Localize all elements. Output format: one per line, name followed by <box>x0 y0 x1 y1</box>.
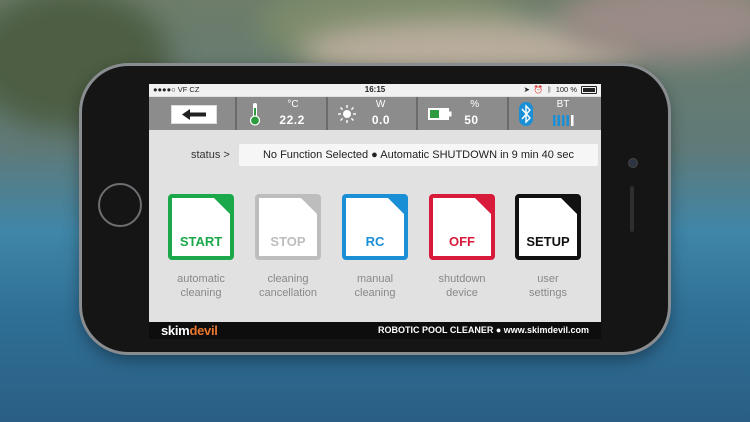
setup-caption: user settings <box>503 272 593 300</box>
caption-line: device <box>446 287 478 299</box>
back-button[interactable] <box>171 105 217 124</box>
corner-mark <box>387 197 405 215</box>
battery-percent: 100 % <box>555 85 577 94</box>
caption-line: user <box>537 273 559 285</box>
temperature-cell: °C 22.2 <box>239 97 328 130</box>
caption-line: cleaning <box>267 273 309 285</box>
off-button[interactable]: OFF <box>429 194 495 260</box>
back-cell <box>149 97 238 130</box>
rc-caption: manual cleaning <box>330 272 420 300</box>
temperature-value: 22.2 <box>279 113 305 127</box>
location-icon: ➤ <box>523 85 530 94</box>
stop-button[interactable]: STOP <box>255 194 321 260</box>
caption-line: cleaning <box>180 287 222 299</box>
battery-value: 50 <box>464 113 479 127</box>
status-message: No Function Selected ● Automatic SHUTDOW… <box>239 144 598 166</box>
bluetooth-cell: BT <box>510 97 601 130</box>
camera-icon <box>628 158 638 168</box>
start-button[interactable]: START <box>168 194 234 260</box>
alarm-icon: ⏰ <box>533 85 544 94</box>
brand-devil: devil <box>189 323 218 338</box>
caption-line: manual <box>356 273 394 285</box>
stop-caption: cleaning cancellation <box>243 272 333 300</box>
battery-unit: % <box>470 99 480 110</box>
brand-skim: skim <box>161 323 190 338</box>
footer-tagline[interactable]: ROBOTIC POOL CLEANER ● www.skimdevil.com <box>378 325 589 335</box>
power-unit: W <box>375 99 386 110</box>
caption-line: cancellation <box>258 287 318 299</box>
speaker-grille <box>630 186 634 232</box>
caption-line: shutdown <box>438 273 486 285</box>
setup-label: SETUP <box>526 234 570 249</box>
signal-bars-icon <box>552 115 574 126</box>
off-caption: shutdown device <box>417 272 507 300</box>
status-row: status > No Function Selected ● Automati… <box>149 144 601 166</box>
rc-button[interactable]: RC <box>342 194 408 260</box>
arrow-left-icon <box>182 109 206 120</box>
bluetooth-icon <box>518 102 533 126</box>
bluetooth-label: BT <box>556 99 570 110</box>
footer-bar: skimdevil ROBOTIC POOL CLEANER ● www.ski… <box>149 322 601 339</box>
brand-logo: skimdevil <box>161 323 218 338</box>
temperature-unit: °C <box>287 99 299 110</box>
status-right: ➤ ⏰ ᛒ 100 % <box>524 85 597 94</box>
start-label: START <box>179 234 223 249</box>
sun-icon <box>337 105 356 123</box>
corner-mark <box>300 197 318 215</box>
corner-mark <box>213 197 231 215</box>
off-label: OFF <box>449 234 475 249</box>
stop-label: STOP <box>270 234 306 249</box>
battery-cell: % 50 <box>420 97 509 130</box>
start-caption: automatic cleaning <box>156 272 246 300</box>
battery-level-icon <box>428 108 452 120</box>
thermometer-icon <box>250 103 261 126</box>
caption-line: settings <box>529 287 567 299</box>
toolbar: °C 22.2 W 0.0 % 50 BT <box>149 97 601 130</box>
ios-status-bar: ●●●●○ VF CZ 16:15 ➤ ⏰ ᛒ 100 % <box>149 84 601 96</box>
rc-label: RC <box>365 234 385 249</box>
corner-mark <box>560 197 578 215</box>
power-cell: W 0.0 <box>329 97 419 130</box>
app-screen: ●●●●○ VF CZ 16:15 ➤ ⏰ ᛒ 100 % °C 22.2 W … <box>149 84 601 339</box>
battery-icon <box>581 85 597 94</box>
home-button[interactable] <box>98 183 142 227</box>
caption-line: automatic <box>177 273 225 285</box>
corner-mark <box>474 197 492 215</box>
bluetooth-mini-icon: ᛒ <box>547 85 552 94</box>
power-value: 0.0 <box>371 113 390 127</box>
setup-button[interactable]: SETUP <box>515 194 581 260</box>
status-label: status > <box>191 149 230 161</box>
caption-line: cleaning <box>354 287 396 299</box>
